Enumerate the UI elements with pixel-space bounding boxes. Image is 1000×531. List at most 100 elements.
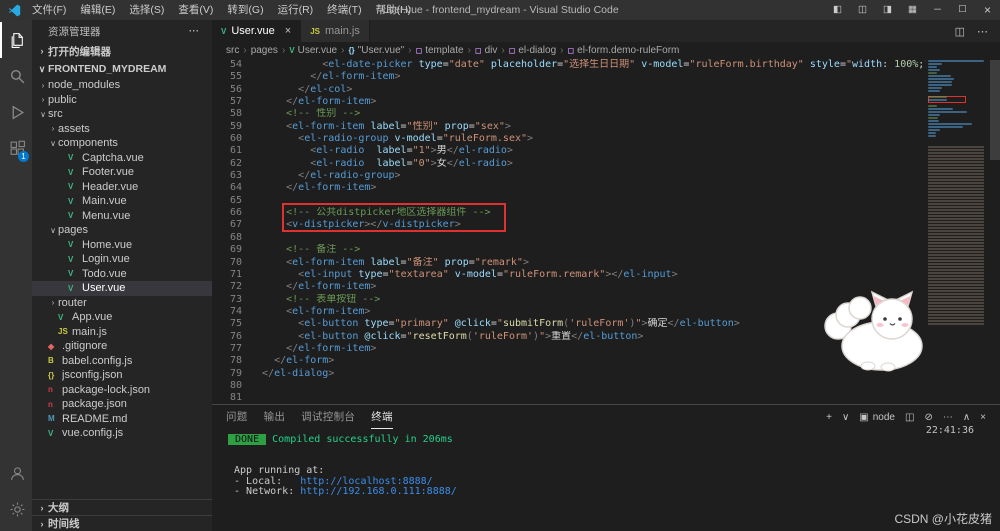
tree-item-package-lock.json[interactable]: n package-lock.json: [32, 383, 212, 398]
tree-item-Login.vue[interactable]: V Login.vue: [32, 252, 212, 267]
outline-section[interactable]: › 大纲: [32, 499, 212, 515]
scrollbar-thumb[interactable]: [990, 60, 1000, 160]
terminal-link[interactable]: http://localhost:8888/: [300, 476, 432, 487]
code-line-54[interactable]: 54 <el-date-picker type="date" placehold…: [212, 59, 1000, 71]
tree-item-User.vue[interactable]: V User.vue: [32, 281, 212, 296]
split-editor-icon[interactable]: ◫: [955, 25, 965, 38]
editor-tab-main.js[interactable]: JS main.js: [301, 20, 370, 42]
code-line-62[interactable]: 62 <el-radio label="0">女</el-radio>: [212, 158, 1000, 170]
minimap-overflow-content: [928, 146, 984, 326]
code-line-57[interactable]: 57 </el-form-item>: [212, 96, 1000, 108]
breadcrumb-item-0[interactable]: src: [226, 45, 239, 56]
open-editors-section[interactable]: › 打开的编辑器: [32, 42, 212, 60]
tree-item-label: main.js: [72, 325, 107, 338]
breadcrumb-item-6[interactable]: ◻ el-dialog: [509, 45, 556, 56]
tree-item-Todo.vue[interactable]: V Todo.vue: [32, 267, 212, 282]
tree-item-README.md[interactable]: M README.md: [32, 412, 212, 427]
tree-item-router[interactable]: › router: [32, 296, 212, 311]
minimize-icon[interactable]: ─: [925, 0, 950, 20]
panel-tab-2[interactable]: 调试控制台: [301, 405, 355, 429]
code-line-69[interactable]: 69 <!-- 备注 -->: [212, 244, 1000, 256]
panel-tab-1[interactable]: 输出: [264, 405, 286, 429]
tree-item-main.js[interactable]: JS main.js: [32, 325, 212, 340]
kill-terminal-icon[interactable]: ⊘: [924, 412, 932, 423]
tree-item-App.vue[interactable]: V App.vue: [32, 310, 212, 325]
menu-item-6[interactable]: 终端(T): [320, 0, 368, 20]
code-line-58[interactable]: 58 <!-- 性别 -->: [212, 108, 1000, 120]
timeline-section[interactable]: › 时间线: [32, 515, 212, 531]
sidebar-more-actions-icon[interactable]: ⋯: [189, 25, 213, 37]
tree-item-node_modules[interactable]: › node_modules: [32, 78, 212, 93]
code-line-60[interactable]: 60 <el-radio-group v-model="ruleForm.sex…: [212, 133, 1000, 145]
terminal-output[interactable]: DONE Compiled successfully in 206ms App …: [212, 429, 1000, 497]
menu-item-0[interactable]: 文件(F): [25, 0, 73, 20]
customize-layout-icon[interactable]: ▦: [900, 0, 925, 20]
minimap[interactable]: [926, 58, 990, 404]
breadcrumb-item-2[interactable]: V User.vue: [289, 45, 337, 56]
run-and-debug-icon[interactable]: [0, 94, 32, 130]
terminal-instance-selector[interactable]: ▣ node: [859, 412, 895, 423]
editor-tab-User.vue[interactable]: V User.vue ×: [212, 20, 302, 42]
more-actions-icon[interactable]: ⋯: [943, 412, 953, 423]
split-terminal-icon[interactable]: ◫: [905, 412, 914, 423]
code-line-59[interactable]: 59 <el-form-item label="性别" prop="sex">: [212, 121, 1000, 133]
code-line-80[interactable]: 80: [212, 380, 1000, 392]
code-line-63[interactable]: 63 </el-radio-group>: [212, 170, 1000, 182]
tree-item-Main.vue[interactable]: V Main.vue: [32, 194, 212, 209]
extensions-icon[interactable]: 1: [0, 130, 32, 166]
close-icon[interactable]: ×: [285, 25, 291, 37]
code-line-56[interactable]: 56 </el-col>: [212, 84, 1000, 96]
launch-profile-icon[interactable]: ∨: [842, 412, 849, 423]
tree-item-components[interactable]: ∨ components: [32, 136, 212, 151]
tree-item-src[interactable]: ∨ src: [32, 107, 212, 122]
menu-item-5[interactable]: 运行(R): [271, 0, 321, 20]
maximize-icon[interactable]: ☐: [950, 0, 975, 20]
more-actions-icon[interactable]: ⋯: [977, 25, 988, 38]
tree-item-jsconfig.json[interactable]: {} jsconfig.json: [32, 368, 212, 383]
code-line-81[interactable]: 81: [212, 392, 1000, 404]
panel-tab-3[interactable]: 终端: [371, 405, 393, 429]
code-editor[interactable]: 54 <el-date-picker type="date" placehold…: [212, 58, 1000, 404]
maximize-panel-icon[interactable]: ∧: [963, 412, 970, 423]
tree-item-package.json[interactable]: n package.json: [32, 397, 212, 412]
toggle-panel-icon[interactable]: ◫: [850, 0, 875, 20]
tree-item-Footer.vue[interactable]: V Footer.vue: [32, 165, 212, 180]
breadcrumb-item-5[interactable]: ◻ div: [475, 45, 497, 56]
breadcrumb-item-4[interactable]: ◻ template: [416, 45, 464, 56]
code-line-61[interactable]: 61 <el-radio label="1">男</el-radio>: [212, 145, 1000, 157]
terminal-link[interactable]: http://192.168.0.111:8888/: [300, 486, 457, 497]
tree-item-assets[interactable]: › assets: [32, 122, 212, 137]
close-panel-icon[interactable]: ×: [980, 412, 986, 423]
tree-item-.gitignore[interactable]: ◆ .gitignore: [32, 339, 212, 354]
code-line-68[interactable]: 68: [212, 232, 1000, 244]
account-icon[interactable]: [0, 455, 32, 491]
breadcrumb-item-1[interactable]: pages: [251, 45, 278, 56]
code-line-55[interactable]: 55 </el-form-item>: [212, 71, 1000, 83]
code-line-71[interactable]: 71 <el-input type="textarea" v-model="ru…: [212, 269, 1000, 281]
tree-item-public[interactable]: › public: [32, 93, 212, 108]
breadcrumb-item-3[interactable]: {} "User.vue": [348, 45, 404, 56]
menu-item-4[interactable]: 转到(G): [220, 0, 270, 20]
breadcrumb-item-7[interactable]: ◻ el-form.demo-ruleForm: [568, 45, 680, 56]
close-icon[interactable]: ×: [975, 0, 1000, 20]
project-root-row[interactable]: ∨ FRONTEND_MYDREAM: [32, 60, 212, 78]
settings-gear-icon[interactable]: [0, 491, 32, 527]
code-line-64[interactable]: 64 </el-form-item>: [212, 182, 1000, 194]
tree-item-Menu.vue[interactable]: V Menu.vue: [32, 209, 212, 224]
tree-item-pages[interactable]: ∨ pages: [32, 223, 212, 238]
toggle-secondary-sidebar-icon[interactable]: ◨: [875, 0, 900, 20]
tree-item-Captcha.vue[interactable]: V Captcha.vue: [32, 151, 212, 166]
search-icon[interactable]: [0, 58, 32, 94]
toggle-sidebar-icon[interactable]: ◧: [825, 0, 850, 20]
new-terminal-icon[interactable]: +: [826, 412, 832, 423]
panel-tab-0[interactable]: 问题: [226, 405, 248, 429]
tree-item-Home.vue[interactable]: V Home.vue: [32, 238, 212, 253]
tree-item-babel.config.js[interactable]: Bbabel.config.js: [32, 354, 212, 369]
tree-item-vue.config.js[interactable]: Vvue.config.js: [32, 426, 212, 441]
explorer-icon[interactable]: [0, 22, 32, 58]
tree-item-Header.vue[interactable]: V Header.vue: [32, 180, 212, 195]
menu-item-2[interactable]: 选择(S): [122, 0, 171, 20]
menu-item-1[interactable]: 编辑(E): [73, 0, 122, 20]
code-line-70[interactable]: 70 <el-form-item label="备注" prop="remark…: [212, 257, 1000, 269]
menu-item-3[interactable]: 查看(V): [171, 0, 220, 20]
